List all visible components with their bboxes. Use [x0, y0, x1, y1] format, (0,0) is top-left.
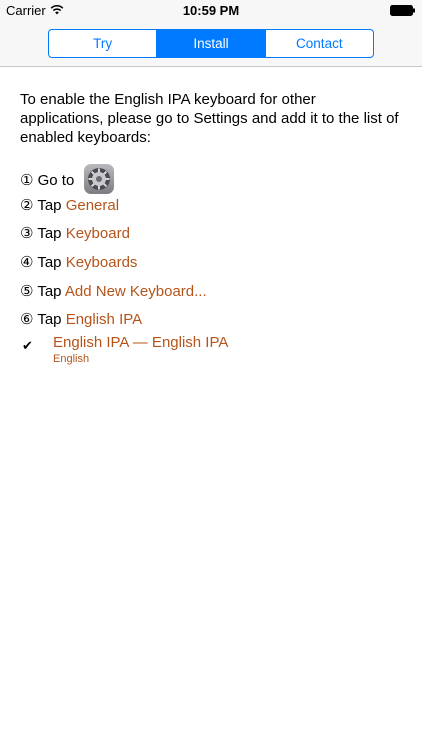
step-tap-add-new-keyboard: ⑤ Tap Add New Keyboard...	[20, 282, 207, 302]
intro-text: To enable the English IPA keyboard for o…	[20, 91, 399, 146]
general-link[interactable]: General	[66, 197, 119, 214]
step-prefix: ① Go to	[20, 171, 75, 189]
keyboards-link[interactable]: Keyboards	[66, 254, 138, 271]
battery-icon	[390, 5, 415, 16]
step-tap-general: ② Tap General	[20, 196, 119, 216]
clock-time: 10:59 PM	[182, 3, 240, 18]
keyboard-link[interactable]: Keyboard	[66, 225, 130, 242]
tab-install[interactable]: Install	[157, 30, 266, 57]
install-instructions: To enable the English IPA keyboard for o…	[20, 90, 400, 365]
step-tap-keyboard: ③ Tap Keyboard	[20, 224, 130, 244]
step-prefix: ② Tap	[20, 197, 62, 214]
step-prefix: ⑤ Tap	[20, 283, 62, 300]
english-ipa-link[interactable]: English IPA	[66, 311, 142, 328]
tab-contact[interactable]: Contact	[266, 30, 373, 57]
step-prefix: ④ Tap	[20, 254, 62, 271]
tab-segmented-control: Try Install Contact	[48, 29, 374, 58]
status-bar: Carrier 10:59 PM	[0, 0, 422, 22]
keyboard-name: English IPA — English IPA	[53, 334, 229, 351]
add-new-keyboard-link[interactable]: Add New Keyboard...	[65, 283, 207, 300]
step-prefix: ③ Tap	[20, 225, 62, 242]
top-bar: Carrier 10:59 PM Try Install Contact	[0, 0, 422, 67]
step-go-to-settings: ① Go to	[20, 164, 115, 196]
step-tap-english-ipa: ⑥ Tap English IPA	[20, 310, 142, 330]
step-tap-keyboards: ④ Tap Keyboards	[20, 253, 137, 273]
keyboard-language: English	[53, 353, 90, 365]
checkmark-icon: ✔	[22, 338, 33, 353]
tab-try[interactable]: Try	[49, 30, 158, 57]
settings-gear-icon[interactable]	[84, 164, 115, 194]
step-prefix: ⑥ Tap	[20, 311, 62, 328]
